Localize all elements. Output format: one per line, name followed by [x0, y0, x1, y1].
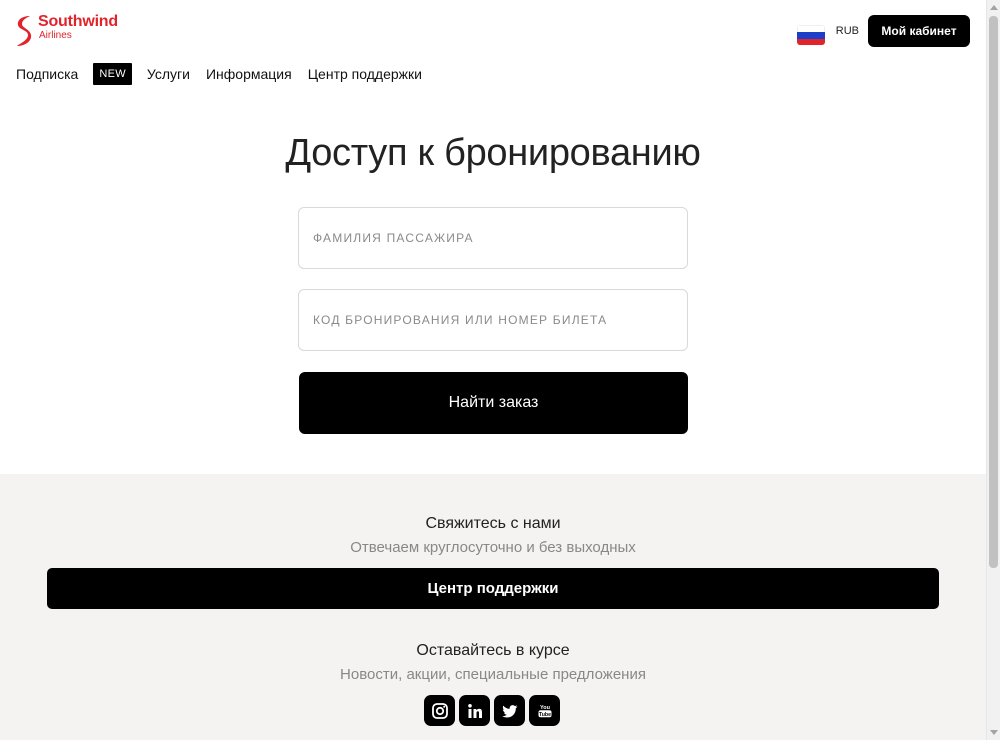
booking-code-input[interactable]: [313, 313, 687, 327]
nav-item-information[interactable]: Информация: [206, 66, 292, 82]
logo[interactable]: Southwind Airlines: [14, 14, 118, 48]
logo-mark-icon: [17, 16, 32, 46]
logo-name: Southwind: [38, 13, 118, 30]
scroll-down-arrow-icon[interactable]: [990, 730, 998, 735]
russia-flag-icon[interactable]: [796, 25, 825, 45]
page-title: Доступ к бронированию: [285, 132, 701, 174]
support-center-button[interactable]: Центр поддержки: [47, 568, 939, 609]
nav-item-services[interactable]: Услуги: [147, 66, 190, 82]
nav-item-support-center[interactable]: Центр поддержки: [308, 66, 422, 82]
news-heading: Оставайтесь в курсе: [416, 642, 570, 659]
booking-code-field: [298, 289, 688, 351]
social-links: You Tube: [424, 695, 564, 726]
youtube-icon[interactable]: You Tube: [529, 695, 560, 726]
surname-input[interactable]: [313, 231, 687, 245]
logo-subtitle: Airlines: [39, 30, 72, 41]
currency-selector[interactable]: RUB: [836, 25, 859, 37]
footer: Свяжитесь с нами Отвечаем круглосуточно …: [0, 474, 986, 740]
svg-text:You: You: [540, 705, 550, 711]
contact-heading: Свяжитесь с нами: [425, 515, 561, 532]
my-cabinet-button[interactable]: Мой кабинет: [868, 15, 970, 47]
main-nav: Подписка NEW Услуги Информация Центр под…: [16, 63, 422, 85]
vertical-scrollbar[interactable]: [986, 0, 1000, 740]
scroll-up-arrow-icon[interactable]: [990, 5, 998, 10]
news-subtitle: Новости, акции, специальные предложения: [340, 666, 646, 683]
surname-field: [298, 207, 688, 269]
find-order-button[interactable]: Найти заказ: [299, 372, 688, 434]
svg-text:Tube: Tube: [538, 711, 550, 717]
new-badge: NEW: [93, 63, 132, 85]
linkedin-icon[interactable]: [459, 695, 490, 726]
instagram-icon[interactable]: [424, 695, 455, 726]
contact-subtitle: Отвечаем круглосуточно и без выходных: [350, 539, 636, 556]
twitter-icon[interactable]: [494, 695, 525, 726]
scrollbar-thumb[interactable]: [989, 16, 998, 568]
nav-item-subscription[interactable]: Подписка: [16, 66, 78, 82]
